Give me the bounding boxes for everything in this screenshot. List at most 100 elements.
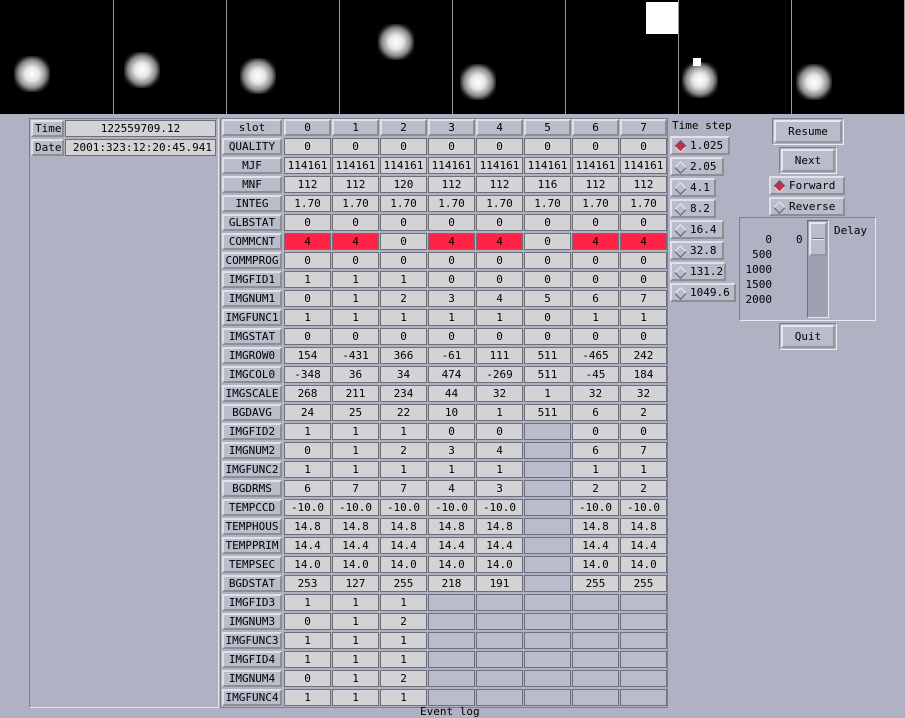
timestep-option[interactable]: 8.2 — [670, 199, 716, 218]
row-header-mnf: MNF — [222, 176, 282, 193]
table-cell: 44 — [428, 385, 475, 402]
table-cell: 114161 — [428, 157, 475, 174]
row-header-imgnum1: IMGNUM1 — [222, 290, 282, 307]
table-cell: 14.8 — [380, 518, 427, 535]
table-cell: 0 — [476, 271, 523, 288]
table-cell: 1 — [332, 423, 379, 440]
row-header-temphous: TEMPHOUS — [222, 518, 282, 535]
table-cell: 0 — [380, 328, 427, 345]
table-cell: 120 — [380, 176, 427, 193]
table-cell: 2 — [620, 480, 667, 497]
table-cell: 255 — [380, 575, 427, 592]
table-cell — [620, 613, 667, 630]
radio-indicator-icon — [674, 287, 687, 300]
table-cell: 114161 — [620, 157, 667, 174]
table-cell: 0 — [572, 252, 619, 269]
row-header-mjf: MJF — [222, 157, 282, 174]
delay-tick: 500 — [752, 248, 772, 261]
table-cell: 1 — [620, 309, 667, 326]
table-cell: 1 — [332, 442, 379, 459]
timestep-option[interactable]: 1.025 — [670, 136, 730, 155]
table-cell: 14.4 — [284, 537, 331, 554]
reverse-label: Reverse — [789, 200, 836, 213]
table-cell: 14.4 — [428, 537, 475, 554]
table-cell: 1 — [524, 385, 571, 402]
table-cell: 1 — [380, 651, 427, 668]
table-cell: 154 — [284, 347, 331, 364]
timestep-option-label: 16.4 — [690, 223, 717, 236]
timestep-option[interactable]: 32.8 — [670, 241, 724, 260]
row-header-bgdstat: BGDSTAT — [222, 575, 282, 592]
timestep-option-label: 131.2 — [690, 265, 724, 278]
timestep-option[interactable]: 2.05 — [670, 157, 724, 176]
star-thumbnail — [566, 0, 679, 114]
row-header-imgfid3: IMGFID3 — [222, 594, 282, 611]
table-cell: 211 — [332, 385, 379, 402]
reverse-radio[interactable]: Reverse — [769, 197, 845, 216]
timestep-option-label: 1049.6 — [690, 286, 730, 299]
timestep-option[interactable]: 4.1 — [670, 178, 716, 197]
table-cell: 114161 — [572, 157, 619, 174]
table-cell: 114161 — [284, 157, 331, 174]
table-cell: 111 — [476, 347, 523, 364]
star-image — [378, 24, 414, 60]
row-header-integ: INTEG — [222, 195, 282, 212]
table-cell: 0 — [380, 252, 427, 269]
next-button[interactable]: Next — [781, 149, 835, 172]
table-cell: 0 — [428, 214, 475, 231]
table-cell: 1.70 — [380, 195, 427, 212]
table-cell: 6 — [572, 290, 619, 307]
table-cell: 2 — [380, 442, 427, 459]
table-cell: 4 — [332, 233, 379, 250]
table-cell: 1 — [332, 689, 379, 706]
star-image — [240, 58, 276, 94]
forward-radio[interactable]: Forward — [769, 176, 845, 195]
slot-header: 0 — [284, 119, 331, 136]
table-cell: 218 — [428, 575, 475, 592]
table-cell: 1 — [332, 290, 379, 307]
table-cell: 32 — [572, 385, 619, 402]
table-cell: 1 — [380, 271, 427, 288]
star-thumbnail — [792, 0, 905, 114]
table-cell: 4 — [572, 233, 619, 250]
table-cell: 4 — [620, 233, 667, 250]
table-cell — [524, 689, 571, 706]
hot-pixel — [693, 58, 701, 66]
table-cell: 4 — [476, 442, 523, 459]
table-cell: 0 — [332, 252, 379, 269]
table-cell: 1 — [572, 461, 619, 478]
table-cell: 1 — [284, 594, 331, 611]
table-cell: 1 — [332, 632, 379, 649]
table-cell: 14.0 — [476, 556, 523, 573]
table-cell — [428, 689, 475, 706]
table-cell: 7 — [332, 480, 379, 497]
resume-button[interactable]: Resume — [774, 120, 842, 143]
table-cell: 1 — [380, 309, 427, 326]
table-cell — [524, 670, 571, 687]
forward-label: Forward — [789, 179, 836, 192]
star-thumbnail — [227, 0, 340, 114]
table-cell — [524, 499, 571, 516]
table-cell: 14.0 — [572, 556, 619, 573]
table-cell: 1 — [380, 689, 427, 706]
table-cell — [476, 594, 523, 611]
slot-header: 6 — [572, 119, 619, 136]
timestep-option[interactable]: 1049.6 — [670, 283, 736, 302]
table-cell: 112 — [284, 176, 331, 193]
timestep-option[interactable]: 131.2 — [670, 262, 726, 281]
table-cell: 14.8 — [476, 518, 523, 535]
table-cell: 0 — [284, 290, 331, 307]
delay-slider-handle[interactable] — [809, 222, 827, 256]
row-header-bgdavg: BGDAVG — [222, 404, 282, 421]
timestep-option-label: 1.025 — [690, 139, 724, 152]
table-cell: 6 — [284, 480, 331, 497]
table-cell: 0 — [284, 138, 331, 155]
quit-button[interactable]: Quit — [781, 325, 835, 348]
delay-tick: 2000 — [745, 293, 773, 306]
row-header-imgfunc4: IMGFUNC4 — [222, 689, 282, 706]
table-cell — [428, 651, 475, 668]
timestep-option[interactable]: 16.4 — [670, 220, 724, 239]
table-cell: -348 — [284, 366, 331, 383]
table-cell — [524, 461, 571, 478]
table-cell: 2 — [620, 404, 667, 421]
